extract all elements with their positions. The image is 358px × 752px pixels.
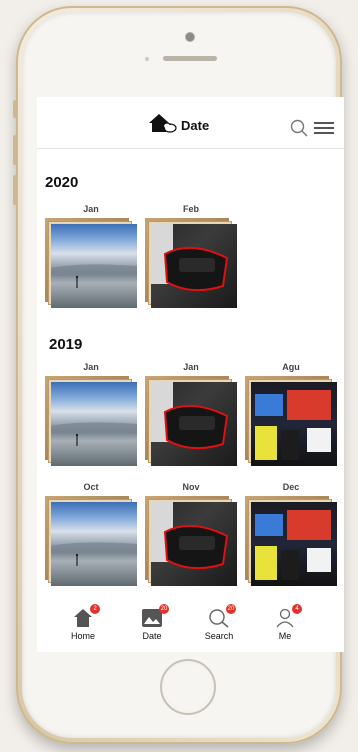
photo-stack	[245, 376, 337, 466]
sea-sunset-photo	[51, 224, 137, 308]
top-actions	[290, 119, 334, 142]
sea-sunset-photo	[51, 382, 137, 466]
hamburger-menu-icon[interactable]	[314, 120, 334, 141]
tab-me[interactable]: 4 Me	[260, 604, 310, 641]
image-icon: 20	[141, 604, 169, 628]
year-heading-2019: 2019	[49, 336, 83, 353]
tab-label: Date	[142, 631, 162, 641]
album-month-label: Jan	[83, 204, 99, 214]
side-button-mute	[13, 100, 17, 118]
photo-stack	[145, 218, 237, 308]
year-heading-2020: 2020	[45, 174, 79, 191]
search-icon[interactable]	[290, 119, 308, 142]
notification-badge: 20	[159, 604, 169, 614]
tab-label: Search	[204, 631, 234, 641]
tab-label: Me	[278, 631, 292, 641]
tab-home[interactable]: 2 Home	[58, 604, 108, 641]
photo-stack	[245, 496, 337, 586]
notification-badge: 4	[292, 604, 302, 614]
album-month-label: Nov	[182, 482, 200, 492]
album-month-label: Jan	[83, 362, 99, 372]
album-month-label: Oct	[83, 482, 99, 492]
top-bar: Date	[37, 97, 344, 149]
red-car-photo	[151, 502, 237, 586]
exhibition-photo	[251, 382, 337, 466]
user-icon: 4	[274, 604, 302, 628]
house-icon: 2	[72, 604, 100, 628]
side-button-volume-down	[13, 175, 17, 205]
side-button-volume-up	[13, 135, 17, 165]
front-camera	[185, 32, 195, 42]
photo-stack	[145, 376, 237, 466]
house-cloud-icon	[147, 112, 177, 139]
bottom-tab-bar: 2 Home 20 Date 20 Search 4 Me	[37, 602, 344, 652]
proximity-sensor	[145, 57, 149, 61]
album-month-label: Jan	[183, 362, 199, 372]
album-month-label: Dec	[282, 482, 300, 492]
album-month-label: Feb	[182, 204, 199, 214]
earpiece-speaker	[163, 56, 217, 61]
page-title-group: Date	[147, 113, 209, 137]
exhibition-photo	[251, 502, 337, 586]
notification-badge: 20	[226, 604, 236, 614]
search-icon: 20	[208, 604, 236, 628]
photo-stack	[145, 496, 237, 586]
page-title: Date	[181, 117, 210, 133]
tab-date[interactable]: 20 Date	[127, 604, 177, 641]
app-screen: Date 2020 Jan Feb 2019 Jan Jan Agu Oct N…	[37, 97, 344, 652]
home-button[interactable]	[160, 659, 216, 715]
photo-stack	[45, 218, 137, 308]
photo-stack	[45, 376, 137, 466]
tab-search[interactable]: 20 Search	[194, 604, 244, 641]
red-car-photo	[151, 224, 237, 308]
sea-sunset-photo	[51, 502, 137, 586]
tab-label: Home	[70, 631, 95, 641]
album-list: 2020 Jan Feb 2019 Jan Jan Agu Oct Nov De…	[37, 150, 344, 602]
notification-badge: 2	[90, 604, 100, 614]
red-car-photo	[151, 382, 237, 466]
album-month-label: Agu	[282, 362, 300, 372]
photo-stack	[45, 496, 137, 586]
